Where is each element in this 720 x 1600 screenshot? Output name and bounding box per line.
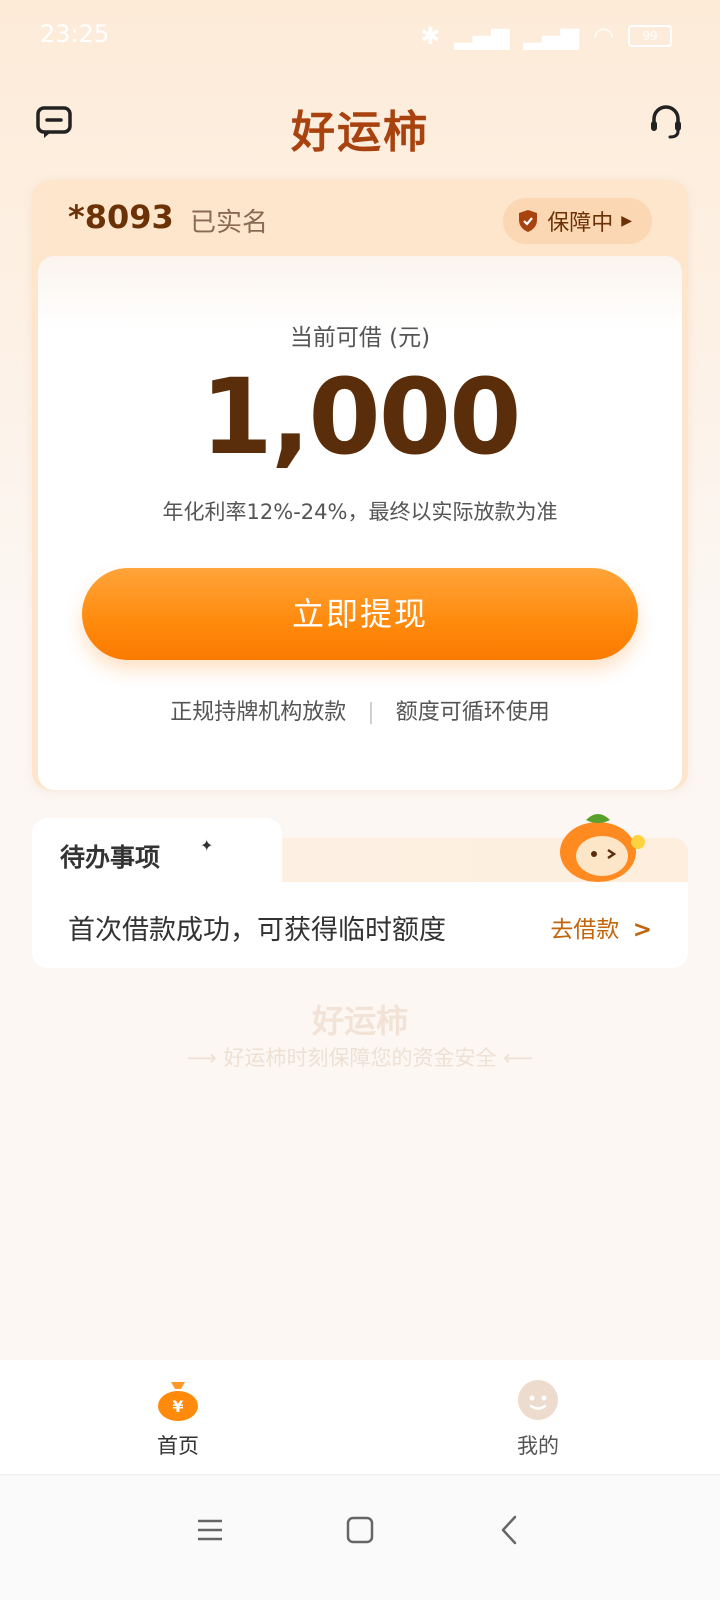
tab-home-label: 首页 <box>157 1434 199 1458</box>
headset-icon[interactable] <box>648 104 684 140</box>
chevron-right-icon: > <box>632 917 652 943</box>
bottom-tab-bar: ¥ 首页 我的 <box>0 1360 720 1475</box>
todo-item[interactable]: 首次借款成功，可获得临时额度 去借款 > <box>32 882 688 968</box>
rate-text: 年化利率12%-24%，最终以实际放款为准 <box>162 500 558 524</box>
home-square-icon[interactable] <box>340 1510 380 1550</box>
tab-mine-label: 我的 <box>517 1434 559 1458</box>
brand-slogan-text: 好运柿时刻保障您的资金安全 <box>223 1046 497 1070</box>
app-header: 好运柿 <box>0 90 720 160</box>
svg-text:¥: ¥ <box>172 1397 183 1416</box>
available-label: 当前可借 (元) <box>289 325 431 351</box>
todo-title: 待办事项 <box>60 843 161 872</box>
app-title: 好运柿 <box>291 107 429 158</box>
system-nav-bar <box>0 1476 720 1600</box>
go-borrow-label: 去借款 <box>550 917 620 943</box>
signal-icon: ▂▄▆ <box>454 22 510 50</box>
brand-watermark: 好运柿 <box>311 1002 408 1040</box>
chevron-right-icon: ▶ <box>621 213 632 229</box>
arrow-left-icon: ⟵ <box>503 1046 534 1070</box>
status-time: 23:25 <box>40 20 110 48</box>
arrow-right-icon: ⟶ <box>186 1046 224 1070</box>
menu-icon[interactable] <box>190 1510 230 1550</box>
guard-label: 保障中 <box>547 211 614 236</box>
guard-badge[interactable]: 保障中 ▶ <box>503 198 652 244</box>
tip-revolving: 额度可循环使用 <box>395 700 550 725</box>
todo-item-text: 首次借款成功，可获得临时额度 <box>68 915 446 946</box>
tab-home[interactable]: ¥ 首页 <box>118 1376 238 1460</box>
money-bag-icon: ¥ <box>158 1382 198 1421</box>
battery-icon: 99 <box>628 25 672 47</box>
account-number: *8093 <box>68 198 174 236</box>
profile-face-icon <box>518 1380 558 1420</box>
bluetooth-icon: ✱ <box>420 22 441 50</box>
withdraw-button[interactable]: 立即提现 <box>82 568 638 660</box>
wifi-icon: ◠ <box>593 22 614 50</box>
tab-mine[interactable]: 我的 <box>478 1376 598 1460</box>
loan-card-body: 当前可借 (元) 1,000 年化利率12%-24%，最终以实际放款为准 立即提… <box>38 256 682 790</box>
persimmon-mascot-icon <box>560 814 645 882</box>
tips-row: 正规持牌机构放款 | 额度可循环使用 <box>38 694 682 726</box>
tip-licensed: 正规持牌机构放款 <box>170 700 347 725</box>
signal-icon-2: ▂▄▆ <box>523 22 580 50</box>
go-borrow-link[interactable]: 去借款 > <box>550 910 652 944</box>
status-icons: ✱ ▂▄▆ ▂▄▆ ◠ 99 <box>420 22 672 50</box>
loan-card: *8093 已实名 保障中 ▶ 当前可借 (元) 1,000 年化利率12%-2… <box>32 180 688 790</box>
todo-section: 待办事项 ✦ 首次借款成功，可获得临时额度 去借款 > <box>32 814 688 968</box>
sparkle-icon: ✦ <box>200 836 214 855</box>
tip-divider: | <box>367 700 375 725</box>
brand-slogan: ⟶ 好运柿时刻保障您的资金安全 ⟵ <box>0 1042 720 1072</box>
available-amount: 1,000 <box>200 356 522 478</box>
shield-icon <box>519 210 538 232</box>
status-bar: 23:25 ✱ ▂▄▆ ▂▄▆ ◠ 99 <box>0 0 720 70</box>
back-icon[interactable] <box>490 1510 530 1550</box>
verified-status: 已实名 <box>190 208 269 238</box>
